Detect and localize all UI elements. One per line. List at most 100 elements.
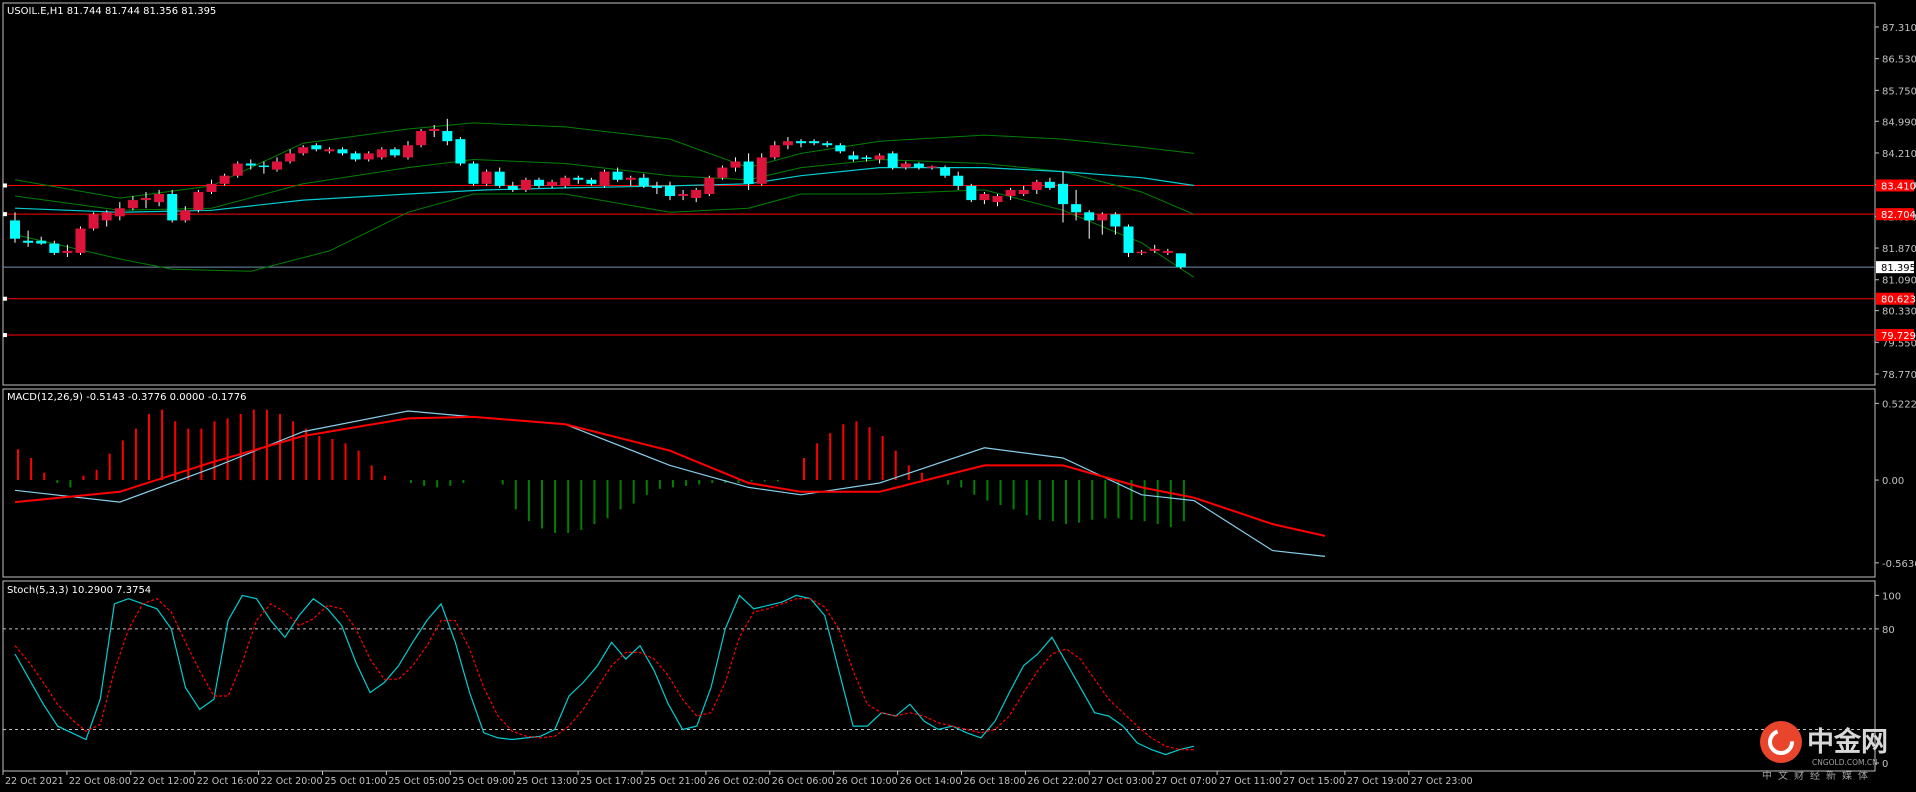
trading-chart[interactable]: USOIL.E,H1 81.744 81.744 81.356 81.395 M…	[0, 0, 1916, 792]
time-tick-label: 26 Oct 02:00	[708, 776, 770, 787]
cngold-logo-icon	[1760, 721, 1802, 763]
candle-bearish	[507, 185, 518, 190]
candle-bullish	[1005, 189, 1016, 197]
level-marker	[3, 212, 7, 217]
stochastic-tick-label: 100	[1882, 591, 1901, 602]
price-tick-label: 84.210	[1882, 149, 1916, 160]
candle-bullish	[992, 196, 1003, 203]
candle-bearish	[258, 165, 269, 168]
candle-bearish	[586, 179, 597, 184]
time-tick-label: 25 Oct 09:00	[452, 776, 514, 787]
candle-bullish	[232, 163, 243, 176]
candle-bullish	[547, 181, 558, 186]
candle-bullish	[874, 155, 885, 160]
time-tick-label: 27 Oct 03:00	[1091, 776, 1153, 787]
level-price-label: 79.729	[1881, 331, 1916, 342]
candle-bullish	[363, 153, 374, 160]
time-tick-label: 22 Oct 2021	[5, 776, 64, 787]
candle-bearish	[1071, 204, 1082, 213]
candle-bearish	[822, 143, 833, 146]
candle-bearish	[10, 220, 20, 239]
candle-bullish	[520, 179, 531, 190]
time-tick-label: 22 Oct 20:00	[261, 776, 323, 787]
candle-bullish	[1097, 214, 1108, 221]
candle-bullish	[1031, 181, 1042, 190]
candle-bearish	[1084, 212, 1095, 221]
time-tick-label: 22 Oct 16:00	[197, 776, 259, 787]
candle-bullish	[927, 166, 937, 168]
level-price-label: 80.623	[1881, 295, 1916, 306]
price-tick-label: 78.770	[1882, 370, 1916, 381]
time-tick-label: 27 Oct 11:00	[1219, 776, 1281, 787]
candle-bullish	[101, 212, 112, 221]
current-price-label: 81.395	[1881, 263, 1916, 274]
candle-bullish	[756, 157, 767, 184]
candle-bearish	[665, 185, 675, 197]
candle-bearish	[848, 155, 859, 160]
time-tick-label: 25 Oct 17:00	[580, 776, 642, 787]
candle-bearish	[167, 194, 178, 221]
candle-bullish	[1018, 189, 1029, 194]
level-price-label: 82.704	[1881, 210, 1916, 221]
candle-bearish	[36, 240, 47, 244]
candle-bullish	[180, 210, 191, 221]
candle-bullish	[272, 161, 282, 170]
candle-bullish	[769, 145, 780, 158]
time-tick-label: 25 Oct 13:00	[516, 776, 578, 787]
candle-bearish	[966, 185, 977, 201]
symbol-info: USOIL.E,H1 81.744 81.744 81.356 81.395	[7, 6, 216, 17]
candle-bearish	[311, 145, 322, 150]
candle-bullish	[730, 161, 741, 168]
macd-tick-label: 0.5222	[1882, 399, 1916, 410]
stochastic-info: Stoch(5,3,3) 10.2900 7.3754	[7, 585, 151, 596]
time-tick-label: 25 Oct 01:00	[325, 776, 387, 787]
candle-bearish	[940, 167, 951, 176]
candle-bearish	[651, 185, 662, 188]
candle-bullish	[285, 153, 296, 162]
candle-bullish	[141, 198, 151, 201]
price-tick-label: 84.990	[1882, 117, 1916, 128]
candle-bearish	[1110, 214, 1121, 227]
candle-bearish	[1058, 183, 1068, 205]
time-tick-label: 26 Oct 18:00	[964, 776, 1026, 787]
candle-bullish	[717, 167, 728, 178]
candle-bearish	[1175, 253, 1186, 268]
time-tick-label: 26 Oct 10:00	[836, 776, 898, 787]
watermark-tagline: 中文财经新媒体	[1762, 769, 1874, 782]
candle-bearish	[861, 157, 872, 159]
level-price-label: 83.410	[1881, 181, 1916, 192]
candle-bearish	[534, 179, 544, 186]
candle-bullish	[782, 141, 793, 146]
candle-bullish	[298, 147, 309, 154]
time-tick-label: 22 Oct 12:00	[133, 776, 195, 787]
macd-info: MACD(12,26,9) -0.5143 -0.3776 0.0000 -0.…	[7, 392, 246, 403]
candle-bullish	[900, 163, 911, 168]
price-tick-label: 87.310	[1882, 23, 1916, 34]
candle-bearish	[337, 149, 348, 154]
candle-bearish	[913, 163, 924, 168]
candle-bearish	[573, 177, 584, 180]
time-tick-label: 27 Oct 23:00	[1411, 776, 1473, 787]
level-marker	[3, 333, 7, 338]
candle-bearish	[887, 153, 898, 168]
level-marker	[3, 183, 7, 188]
candle-bearish	[1123, 226, 1134, 253]
candle-bullish	[1162, 250, 1173, 253]
candle-bearish	[494, 171, 505, 186]
stochastic-tick-label: 80	[1882, 625, 1895, 636]
cngold-watermark: 中金网 CNGOLD.COM.CN 中文财经新媒体	[1760, 721, 1888, 782]
stochastic-tick-label: 0	[1882, 759, 1888, 770]
candle-bearish	[389, 149, 400, 156]
time-tick-label: 27 Oct 15:00	[1283, 776, 1345, 787]
candle-bearish	[638, 177, 649, 186]
price-tick-label: 81.870	[1882, 244, 1916, 255]
candle-bearish	[809, 141, 820, 144]
candle-bullish	[75, 228, 86, 253]
candle-bullish	[625, 177, 636, 180]
time-tick-label: 27 Oct 19:00	[1347, 776, 1409, 787]
candle-bearish	[245, 163, 256, 166]
candle-bullish	[219, 175, 230, 184]
candle-bearish	[612, 171, 623, 180]
candle-bullish	[429, 128, 440, 132]
candle-bullish	[416, 131, 427, 146]
